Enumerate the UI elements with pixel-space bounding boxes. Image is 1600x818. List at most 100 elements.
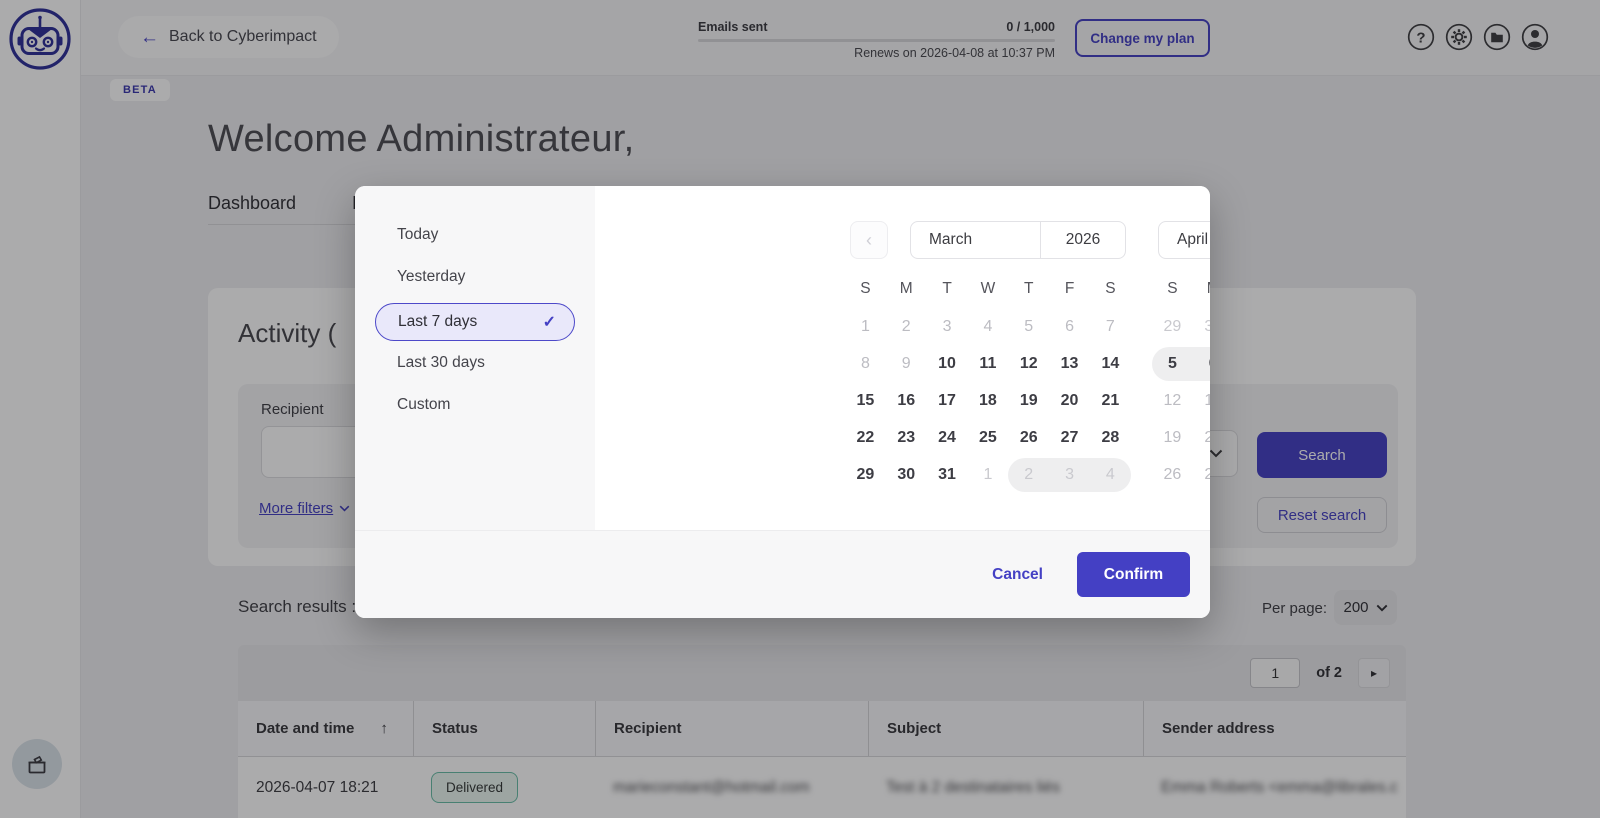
calendar-day[interactable]: 30 <box>1193 308 1210 345</box>
calendar-day[interactable]: 1 <box>845 308 886 345</box>
calendar-day[interactable]: 19 <box>1008 382 1049 419</box>
check-icon: ✓ <box>543 312 556 332</box>
calendar-grid-april: 2930311234567891011121314151617181920212… <box>1152 308 1210 493</box>
calendar-day[interactable]: 25 <box>967 419 1008 456</box>
calendar-day-number: 14 <box>1093 347 1127 381</box>
calendar-day[interactable]: 31 <box>927 456 968 493</box>
calendar-day[interactable]: 6 <box>1049 308 1090 345</box>
calendar-day[interactable]: 7 <box>1090 308 1131 345</box>
calendar-day[interactable]: 26 <box>1008 419 1049 456</box>
calendar-day[interactable]: 30 <box>886 456 927 493</box>
calendar-day[interactable]: 15 <box>845 382 886 419</box>
calendar-day[interactable]: 29 <box>845 456 886 493</box>
calendar-day[interactable]: 18 <box>967 382 1008 419</box>
calendar-day-number: 27 <box>1196 458 1210 492</box>
calendar-day[interactable]: 12 <box>1152 382 1193 419</box>
calendar-day[interactable]: 20 <box>1193 419 1210 456</box>
modal-footer: Cancel Confirm <box>355 530 1210 618</box>
calendar-day-number: 7 <box>1093 310 1127 344</box>
calendar-day[interactable]: 21 <box>1090 382 1131 419</box>
weekday-label: S <box>1152 278 1193 300</box>
calendar-day[interactable]: 4 <box>967 308 1008 345</box>
calendar-day[interactable]: 2 <box>1008 456 1049 493</box>
calendar-day-number: 22 <box>848 421 882 455</box>
calendar-day[interactable]: 16 <box>886 382 927 419</box>
calendar-day-number: 1 <box>848 310 882 344</box>
calendar-day-number: 24 <box>930 421 964 455</box>
calendar-day[interactable]: 10 <box>927 345 968 382</box>
preset-last-30-days[interactable]: Last 30 days <box>397 354 485 372</box>
calendar-day-number: 13 <box>1053 347 1087 381</box>
calendar-day[interactable]: 19 <box>1152 419 1193 456</box>
weekday-label: T <box>927 278 968 300</box>
calendar-day[interactable]: 13 <box>1193 382 1210 419</box>
calendar-day-number: 21 <box>1093 384 1127 418</box>
calendar-day-number: 8 <box>848 347 882 381</box>
calendar-day-number: 26 <box>1012 421 1046 455</box>
month-select[interactable]: April <box>1159 222 1210 258</box>
preset-last-7-days[interactable]: Last 7 days ✓ <box>375 303 575 341</box>
calendar-day-number: 3 <box>1053 458 1087 492</box>
calendar-day-number: 20 <box>1053 384 1087 418</box>
calendar-day[interactable]: 5 <box>1152 345 1193 382</box>
calendar-day-number: 12 <box>1012 347 1046 381</box>
preset-panel: Today Yesterday Last 7 days ✓ Last 30 da… <box>355 186 595 530</box>
calendar-day-number: 19 <box>1155 421 1189 455</box>
calendar-day[interactable]: 2 <box>886 308 927 345</box>
month-select[interactable]: March <box>911 222 1041 258</box>
weekday-label: W <box>967 278 1008 300</box>
preset-custom[interactable]: Custom <box>397 396 450 414</box>
calendar-day-number: 23 <box>889 421 923 455</box>
calendar-day[interactable]: 6 <box>1193 345 1210 382</box>
calendar-day-number: 2 <box>1012 458 1046 492</box>
calendar-day-number: 31 <box>930 458 964 492</box>
calendar-day[interactable]: 23 <box>886 419 927 456</box>
calendar-day[interactable]: 17 <box>927 382 968 419</box>
calendar-day[interactable]: 29 <box>1152 308 1193 345</box>
calendar-day[interactable]: 24 <box>927 419 968 456</box>
calendar-day-number: 1 <box>971 458 1005 492</box>
weekday-label: S <box>845 278 886 300</box>
calendar-day[interactable]: 27 <box>1193 456 1210 493</box>
calendar-day[interactable]: 12 <box>1008 345 1049 382</box>
calendar-day-number: 15 <box>848 384 882 418</box>
calendar-day-number: 17 <box>930 384 964 418</box>
calendar-day[interactable]: 14 <box>1090 345 1131 382</box>
calendar-day[interactable]: 8 <box>845 345 886 382</box>
calendar-day-number: 10 <box>930 347 964 381</box>
calendar-day[interactable]: 3 <box>927 308 968 345</box>
calendar-day-number: 12 <box>1155 384 1189 418</box>
calendar-day-number: 16 <box>889 384 923 418</box>
calendar-day-number: 20 <box>1196 421 1210 455</box>
preset-yesterday[interactable]: Yesterday <box>397 268 465 286</box>
calendar-day-number: 28 <box>1093 421 1127 455</box>
calendar-day[interactable]: 5 <box>1008 308 1049 345</box>
modal-body: Today Yesterday Last 7 days ✓ Last 30 da… <box>355 186 1210 530</box>
calendar-day[interactable]: 20 <box>1049 382 1090 419</box>
calendar-day-number: 9 <box>889 347 923 381</box>
calendar-day-number: 6 <box>1196 347 1210 381</box>
month-year-select-april: April 2026 <box>1158 221 1210 259</box>
weekday-row: SMTWTFS <box>845 278 1131 300</box>
previous-month-button[interactable]: ‹ <box>850 221 888 259</box>
calendar-day-number: 5 <box>1012 310 1046 344</box>
calendar-day[interactable]: 27 <box>1049 419 1090 456</box>
calendar-day-number: 30 <box>1196 310 1210 344</box>
calendar-day[interactable]: 9 <box>886 345 927 382</box>
calendar-day-number: 25 <box>971 421 1005 455</box>
calendar-day-number: 30 <box>889 458 923 492</box>
calendar-day[interactable]: 22 <box>845 419 886 456</box>
calendar-day[interactable]: 13 <box>1049 345 1090 382</box>
calendar-day[interactable]: 3 <box>1049 456 1090 493</box>
calendar-day-number: 4 <box>971 310 1005 344</box>
calendar-day[interactable]: 28 <box>1090 419 1131 456</box>
calendar-day[interactable]: 11 <box>967 345 1008 382</box>
preset-today[interactable]: Today <box>397 226 438 244</box>
calendar-day-number: 6 <box>1053 310 1087 344</box>
calendar-day[interactable]: 1 <box>967 456 1008 493</box>
year-select[interactable]: 2026 <box>1041 222 1125 258</box>
confirm-button[interactable]: Confirm <box>1077 552 1190 597</box>
calendar-day[interactable]: 4 <box>1090 456 1131 493</box>
calendar-day[interactable]: 26 <box>1152 456 1193 493</box>
cancel-button[interactable]: Cancel <box>992 566 1043 584</box>
